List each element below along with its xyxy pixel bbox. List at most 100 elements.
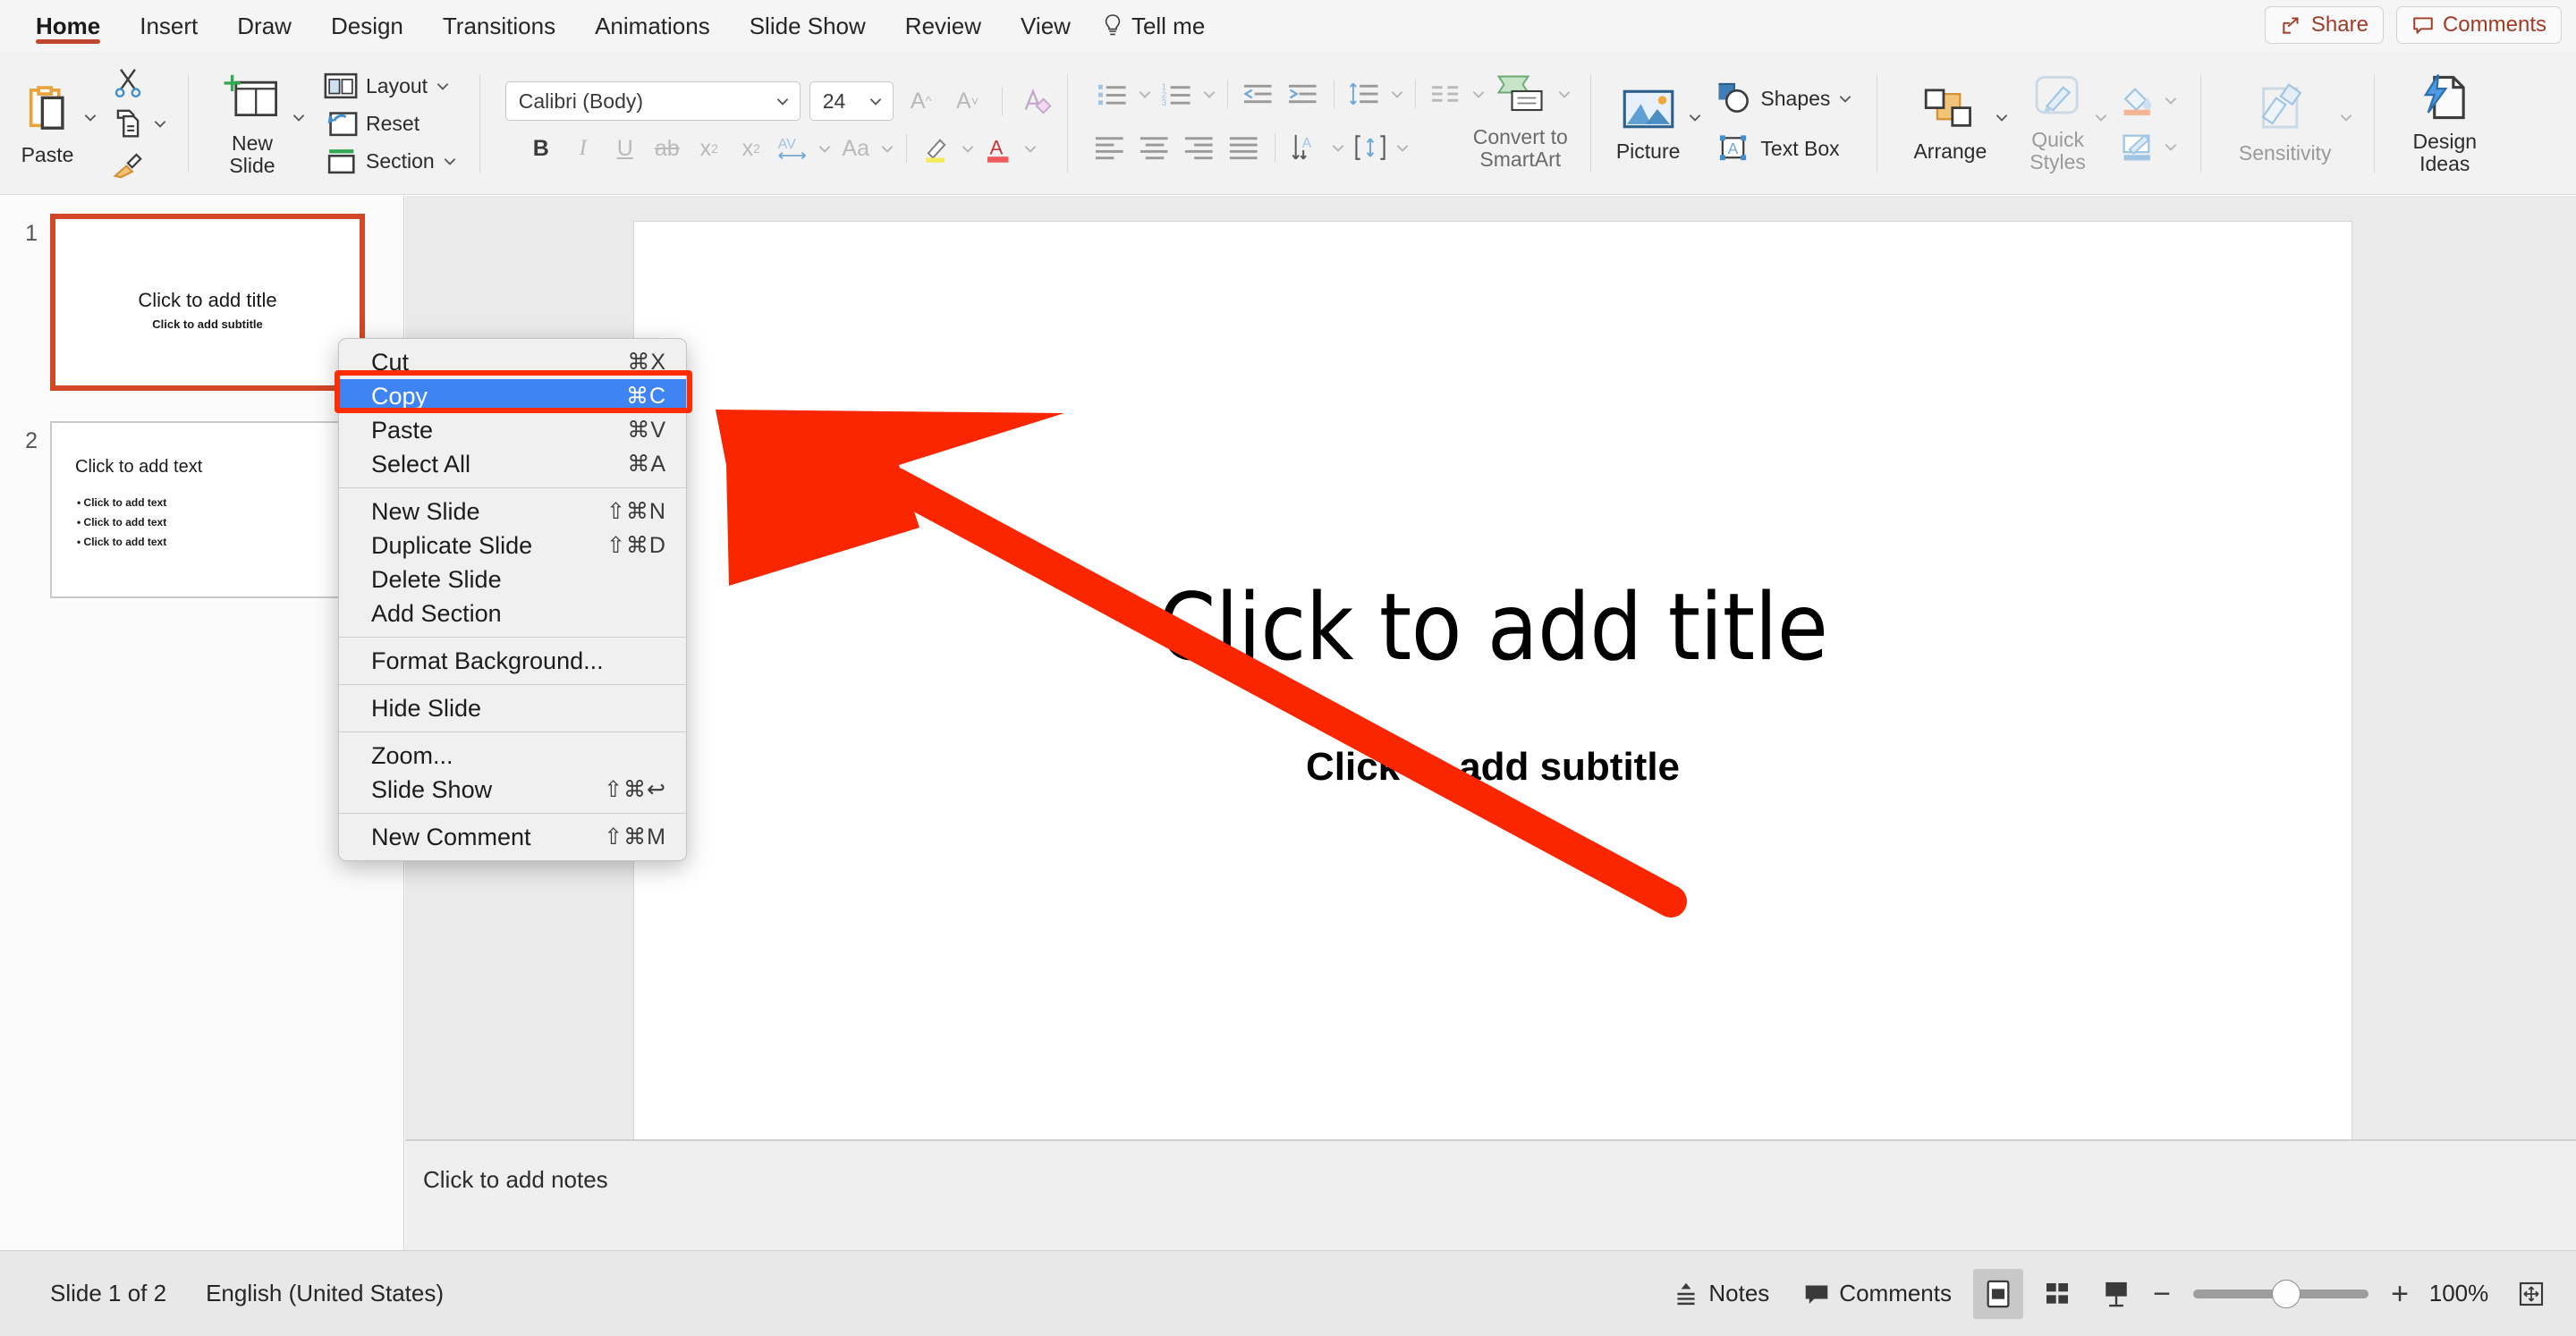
- columns-chevron-down-icon[interactable]: [1470, 86, 1487, 102]
- context-menu-item-cut[interactable]: Cut ⌘X: [339, 345, 686, 379]
- align-right-button[interactable]: [1179, 130, 1220, 165]
- highlight-chevron-down-icon[interactable]: [960, 140, 976, 156]
- text-box-button[interactable]: A Text Box: [1716, 131, 1853, 165]
- quick-styles-chevron-down-icon[interactable]: [2093, 109, 2109, 125]
- numbering-chevron-down-icon[interactable]: [1201, 86, 1217, 102]
- zoom-level-label[interactable]: 100%: [2420, 1280, 2497, 1307]
- paste-chevron-down-icon[interactable]: [82, 109, 98, 125]
- layout-button[interactable]: Layout: [323, 71, 458, 101]
- context-menu-item-delete-slide[interactable]: Delete Slide: [339, 562, 686, 596]
- copy-button[interactable]: [111, 106, 168, 140]
- strikethrough-button[interactable]: ab: [648, 131, 686, 165]
- slide-canvas[interactable]: Click to add title Click to add subtitle: [633, 221, 2352, 1187]
- text-direction-chevron-down-icon[interactable]: [1330, 140, 1346, 156]
- context-menu-item-paste[interactable]: Paste ⌘V: [339, 413, 686, 447]
- align-center-button[interactable]: [1134, 130, 1175, 165]
- section-chevron-down-icon[interactable]: [442, 153, 458, 169]
- context-menu-item-add-section[interactable]: Add Section: [339, 596, 686, 630]
- slide-thumbnail-1[interactable]: Click to add title Click to add subtitle: [50, 214, 365, 391]
- context-menu-item-new-slide[interactable]: New Slide ⇧⌘N: [339, 495, 686, 528]
- share-button[interactable]: Share: [2265, 6, 2384, 44]
- context-menu-item-format-background[interactable]: Format Background...: [339, 644, 686, 678]
- font-size-combo[interactable]: 24: [809, 81, 894, 121]
- font-name-combo[interactable]: Calibri (Body): [505, 81, 801, 121]
- arrange-chevron-down-icon[interactable]: [1994, 109, 2010, 125]
- context-menu[interactable]: Cut ⌘X Copy ⌘C Paste ⌘V Select All ⌘A Ne…: [338, 338, 687, 861]
- cut-button[interactable]: [111, 65, 168, 99]
- paste-button[interactable]: Paste: [13, 81, 82, 166]
- italic-button[interactable]: I: [564, 131, 602, 165]
- zoom-out-button[interactable]: −: [2150, 1279, 2174, 1309]
- comments-button[interactable]: Comments: [2396, 6, 2562, 44]
- shapes-button[interactable]: Shapes: [1716, 81, 1853, 115]
- line-spacing-button[interactable]: [1344, 76, 1385, 112]
- picture-chevron-down-icon[interactable]: [1687, 109, 1703, 125]
- tab-view[interactable]: View: [1001, 0, 1090, 52]
- shape-outline-chevron-down-icon[interactable]: [2163, 139, 2179, 155]
- font-color-chevron-down-icon[interactable]: [1022, 140, 1038, 156]
- bullets-chevron-down-icon[interactable]: [1137, 86, 1153, 102]
- increase-indent-button[interactable]: [1283, 76, 1324, 112]
- numbering-button[interactable]: 1 2 3: [1157, 76, 1198, 112]
- slide-subtitle-placeholder[interactable]: Click to add subtitle: [720, 745, 2266, 790]
- tab-home[interactable]: Home: [16, 0, 120, 52]
- decrease-font-size-button[interactable]: A˅: [949, 84, 987, 118]
- bold-button[interactable]: B: [522, 131, 560, 165]
- section-button[interactable]: Section: [323, 146, 458, 176]
- new-slide-chevron-down-icon[interactable]: [291, 109, 307, 125]
- convert-to-smartart-button[interactable]: Convert toSmartArt: [1466, 119, 1575, 171]
- context-menu-item-select-all[interactable]: Select All ⌘A: [339, 447, 686, 481]
- new-slide-button[interactable]: NewSlide: [214, 70, 291, 177]
- superscript-button[interactable]: x2: [691, 131, 728, 165]
- justify-button[interactable]: [1224, 130, 1265, 165]
- slide-thumbnail-2[interactable]: Click to add text • Click to add text • …: [50, 421, 365, 598]
- context-menu-item-copy[interactable]: Copy ⌘C: [339, 379, 686, 413]
- picture-button[interactable]: Picture: [1609, 85, 1688, 163]
- quick-styles-button[interactable]: QuickStyles: [2022, 73, 2093, 173]
- copy-chevron-down-icon[interactable]: [152, 115, 168, 131]
- design-ideas-button[interactable]: DesignIdeas: [2405, 72, 2484, 175]
- decrease-indent-button[interactable]: [1238, 76, 1279, 112]
- comments-toggle-button[interactable]: Comments: [1791, 1269, 1964, 1319]
- smartart-chevron-down-icon[interactable]: [1556, 86, 1572, 102]
- slide-sorter-view-button[interactable]: [2032, 1269, 2082, 1319]
- tab-animations[interactable]: Animations: [575, 0, 730, 52]
- increase-font-size-button[interactable]: A^: [902, 84, 940, 118]
- text-direction-button[interactable]: A: [1285, 130, 1326, 165]
- shape-outline-button[interactable]: [2120, 131, 2179, 162]
- tab-design[interactable]: Design: [311, 0, 423, 52]
- align-text-button[interactable]: [1350, 130, 1391, 165]
- tell-me-button[interactable]: Tell me: [1090, 0, 1223, 52]
- tab-transitions[interactable]: Transitions: [423, 0, 575, 52]
- layout-chevron-down-icon[interactable]: [435, 78, 451, 94]
- fit-slide-to-window-button[interactable]: [2506, 1269, 2556, 1319]
- normal-view-button[interactable]: [1973, 1269, 2023, 1319]
- tab-draw[interactable]: Draw: [217, 0, 311, 52]
- clear-formatting-button[interactable]: [1018, 84, 1055, 118]
- tab-review[interactable]: Review: [886, 0, 1001, 52]
- change-case-chevron-down-icon[interactable]: [879, 140, 895, 156]
- line-spacing-chevron-down-icon[interactable]: [1389, 86, 1405, 102]
- zoom-slider-knob[interactable]: [2272, 1280, 2301, 1308]
- font-name-chevron-down-icon[interactable]: [775, 93, 791, 109]
- font-color-button[interactable]: A: [980, 131, 1018, 165]
- notes-pane[interactable]: Click to add notes: [405, 1139, 2576, 1250]
- reading-view-button[interactable]: [2091, 1269, 2141, 1319]
- shape-fill-button[interactable]: [2120, 85, 2179, 115]
- character-spacing-chevron-down-icon[interactable]: [817, 140, 833, 156]
- context-menu-item-hide-slide[interactable]: Hide Slide: [339, 691, 686, 725]
- arrange-button[interactable]: Arrange: [1906, 85, 1994, 163]
- character-spacing-button[interactable]: AV: [775, 131, 812, 165]
- tab-slide-show[interactable]: Slide Show: [730, 0, 886, 52]
- align-text-chevron-down-icon[interactable]: [1394, 140, 1411, 156]
- context-menu-item-zoom[interactable]: Zoom...: [339, 739, 686, 773]
- bullets-button[interactable]: [1092, 76, 1133, 112]
- font-size-chevron-down-icon[interactable]: [868, 93, 884, 109]
- change-case-button[interactable]: Aa: [837, 131, 875, 165]
- slide-title-placeholder[interactable]: Click to add title: [720, 574, 2266, 681]
- align-left-button[interactable]: [1089, 130, 1131, 165]
- context-menu-item-new-comment[interactable]: New Comment ⇧⌘M: [339, 820, 686, 854]
- subscript-button[interactable]: x2: [733, 131, 770, 165]
- text-highlight-button[interactable]: [918, 131, 955, 165]
- underline-button[interactable]: U: [606, 131, 644, 165]
